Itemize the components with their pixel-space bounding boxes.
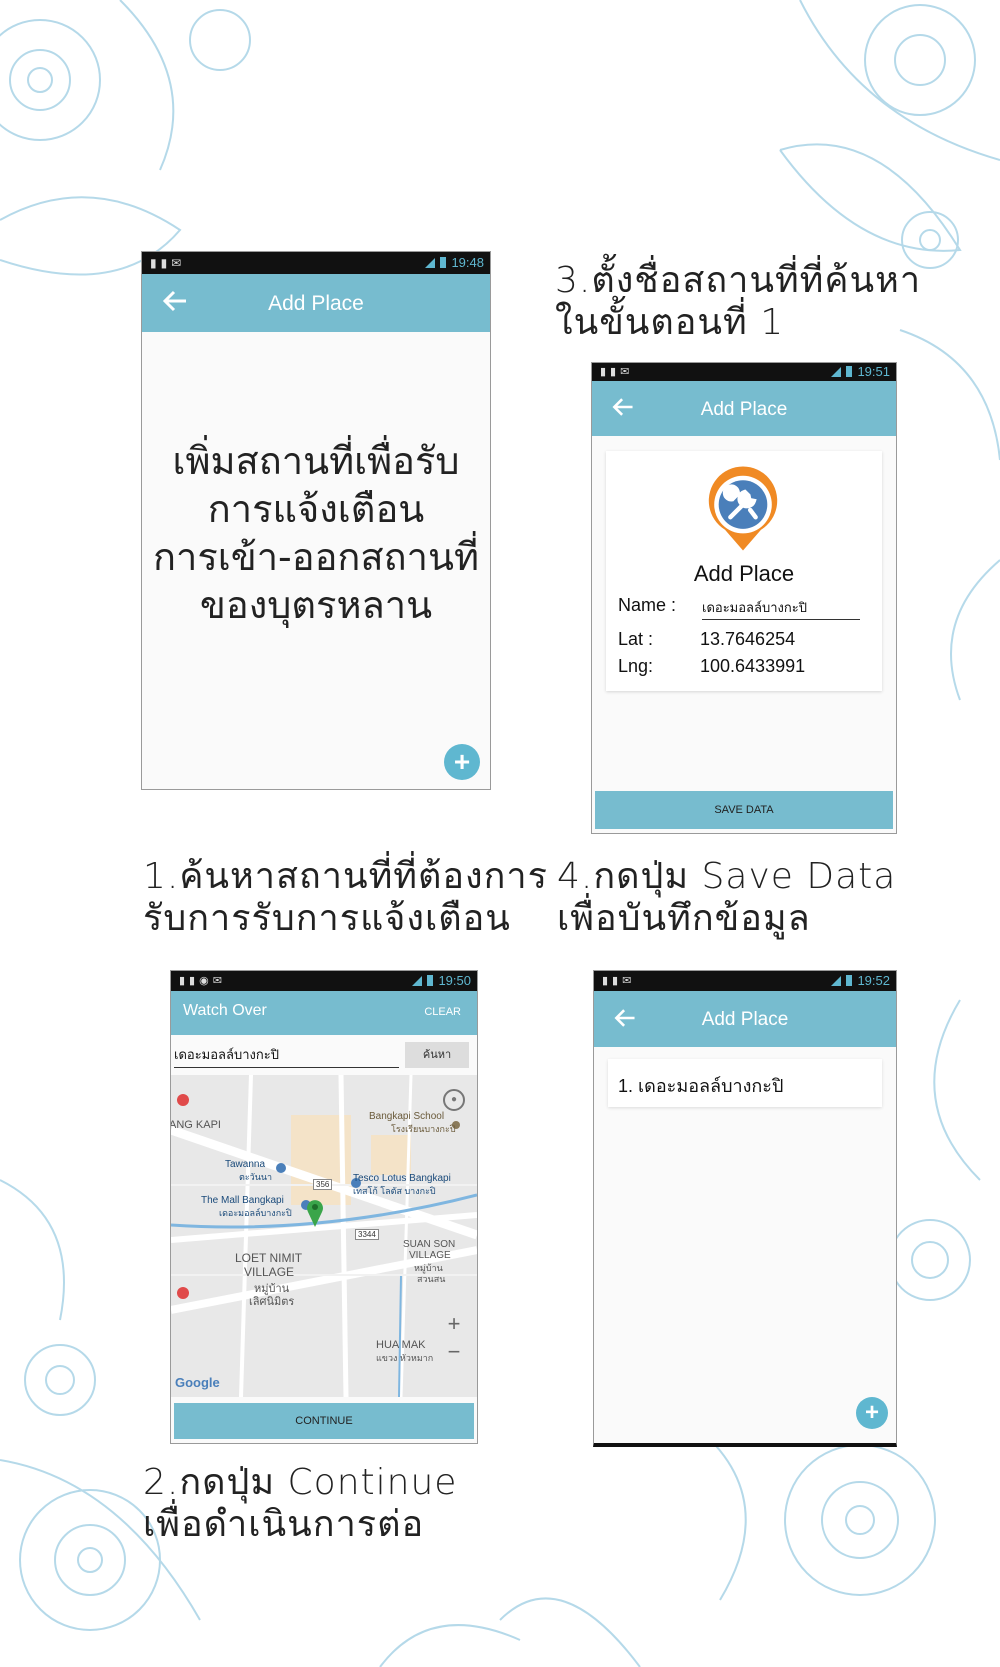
- zoom-in-button[interactable]: +: [443, 1311, 465, 1337]
- location-marker-icon: [307, 1200, 323, 1227]
- status-bar: ▮▮◉✉ 19:50: [171, 971, 477, 991]
- map-label: 3344: [355, 1229, 379, 1240]
- lng-label: Lng:: [618, 656, 654, 676]
- name-field-value: เดอะมอลล์บางกะปิ: [702, 600, 807, 615]
- map-label: The Mall Bangkapi: [201, 1195, 284, 1206]
- search-button[interactable]: ค้นหา: [405, 1042, 469, 1068]
- map-label: LOET NIMIT: [235, 1251, 303, 1265]
- wrench-pin-icon: [708, 466, 778, 551]
- map-label: Tawanna: [225, 1159, 266, 1170]
- caption-step1: 1.ค้นหาสถานที่ที่ต้องการ รับการรับการแจ้…: [143, 856, 548, 939]
- notification-icons: ▮▮✉: [602, 975, 636, 987]
- map-view[interactable]: Bangkapi School โรงเรียนบางกะปิ Tawanna …: [171, 1075, 477, 1397]
- map-label: SUAN SON: [403, 1239, 456, 1250]
- map-label: เดอะมอลล์บางกะปิ: [219, 1208, 292, 1218]
- place-list-screen: ▮▮✉ 19:52 Add Place 1. เดอะมอลล์บางกะปิ …: [593, 970, 897, 1447]
- caption-step4: 4.กดปุ่ม Save Data เพื่อบันทึกข้อมูล: [557, 856, 897, 939]
- app-bar: Add Place: [592, 381, 896, 436]
- status-time: 19:48: [451, 255, 484, 270]
- map-label: ANG KAPI: [171, 1119, 221, 1131]
- app-bar: Add Place: [594, 991, 896, 1047]
- map-label: เทสโก้ โลตัส บางกะปิ: [353, 1186, 436, 1196]
- battery-icon: [427, 975, 434, 986]
- signal-icon: [831, 366, 842, 377]
- map-label: Tesco Lotus Bangkapi: [353, 1173, 451, 1184]
- name-label: Name :: [618, 595, 677, 615]
- map-label: Bangkapi School: [369, 1111, 445, 1122]
- map-label: โรงเรียนบางกะปิ: [391, 1124, 456, 1134]
- search-input[interactable]: เดอะมอลล์บางกะปิ: [174, 1043, 399, 1068]
- app-bar-title: Watch Over: [183, 1002, 267, 1019]
- status-bar: ▮▮✉ 19:51: [592, 363, 896, 381]
- battery-icon: [846, 366, 853, 377]
- google-logo: Google: [175, 1375, 220, 1390]
- save-data-button[interactable]: SAVE DATA: [595, 791, 893, 829]
- intro-line: เพิ่มสถานที่เพื่อรับ: [172, 439, 460, 483]
- app-bar: Add Place: [142, 274, 490, 332]
- map-search-screen: ▮▮◉✉ 19:50 Watch Over CLEAR เดอะมอลล์บาง…: [170, 970, 478, 1444]
- intro-line: การแจ้งเตือน: [207, 487, 425, 531]
- clear-button[interactable]: CLEAR: [424, 1006, 461, 1018]
- map-label: แขวง หัวหมาก: [376, 1353, 434, 1363]
- app-bar-title: Add Place: [700, 399, 788, 420]
- list-item[interactable]: 1. เดอะมอลล์บางกะปิ: [608, 1059, 882, 1107]
- intro-line: ของบุตรหลาน: [199, 583, 433, 627]
- name-field[interactable]: เดอะมอลล์บางกะปิ: [702, 597, 860, 620]
- map-label: HUA MAK: [376, 1339, 426, 1351]
- add-place-fab[interactable]: +: [856, 1397, 888, 1429]
- form-card: Add Place Name : เดอะมอลล์บางกะปิ Lat : …: [606, 451, 882, 691]
- signal-icon: [412, 975, 423, 986]
- list-item-label: 1. เดอะมอลล์บางกะปิ: [618, 1076, 784, 1096]
- intro-line: การเข้า-ออกสถานที่: [153, 535, 479, 579]
- battery-icon: [846, 975, 853, 986]
- intro-screen: ▮▮✉ 19:48 Add Place เพิ่มสถานที่เพื่อรับ…: [141, 251, 491, 790]
- status-bar: ▮▮✉ 19:48: [142, 252, 490, 274]
- status-time: 19:50: [438, 973, 471, 988]
- caption-step2: 2.กดปุ่ม Continue เพื่อดำเนินการต่อ: [143, 1462, 458, 1545]
- caption-step3: 3.ตั้งชื่อสถานที่ที่ค้นหา ในขั้นตอนที่ 1: [555, 260, 922, 343]
- signal-icon: [425, 257, 436, 268]
- lat-label: Lat :: [618, 629, 654, 649]
- notification-icons: ▮▮✉: [150, 256, 186, 270]
- intro-message: เพิ่มสถานที่เพื่อรับ การแจ้งเตือน การเข้…: [142, 437, 490, 629]
- status-bar: ▮▮✉ 19:52: [594, 971, 896, 991]
- my-location-icon[interactable]: ●: [443, 1089, 465, 1111]
- form-heading: Add Place: [693, 561, 795, 586]
- notification-icons: ▮▮◉✉: [179, 975, 226, 987]
- zoom-out-button[interactable]: −: [443, 1339, 465, 1365]
- search-input-value: เดอะมอลล์บางกะปิ: [174, 1047, 279, 1062]
- map-label: ตะวันนา: [239, 1172, 273, 1182]
- signal-icon: [831, 975, 842, 986]
- status-time: 19:51: [857, 364, 890, 379]
- map-label: เลิศนิมิตร: [249, 1296, 295, 1308]
- map-label: VILLAGE: [409, 1250, 451, 1261]
- notification-icons: ▮▮✉: [600, 366, 634, 378]
- app-bar-title: Add Place: [701, 1009, 789, 1030]
- app-bar-title: Add Place: [268, 292, 364, 315]
- map-label: สวนสน: [417, 1274, 446, 1284]
- continue-button[interactable]: CONTINUE: [174, 1403, 474, 1439]
- status-time: 19:52: [857, 973, 890, 988]
- battery-icon: [440, 257, 447, 268]
- app-bar: Watch Over CLEAR: [171, 991, 477, 1035]
- lat-value: 13.7646254: [700, 629, 796, 649]
- map-label: 356: [313, 1179, 333, 1190]
- form-screen: ▮▮✉ 19:51 Add Place Add Place Name : เดอ…: [591, 362, 897, 834]
- map-label: VILLAGE: [244, 1265, 295, 1279]
- add-place-fab[interactable]: +: [444, 744, 480, 780]
- lng-value: 100.6433991: [700, 656, 806, 676]
